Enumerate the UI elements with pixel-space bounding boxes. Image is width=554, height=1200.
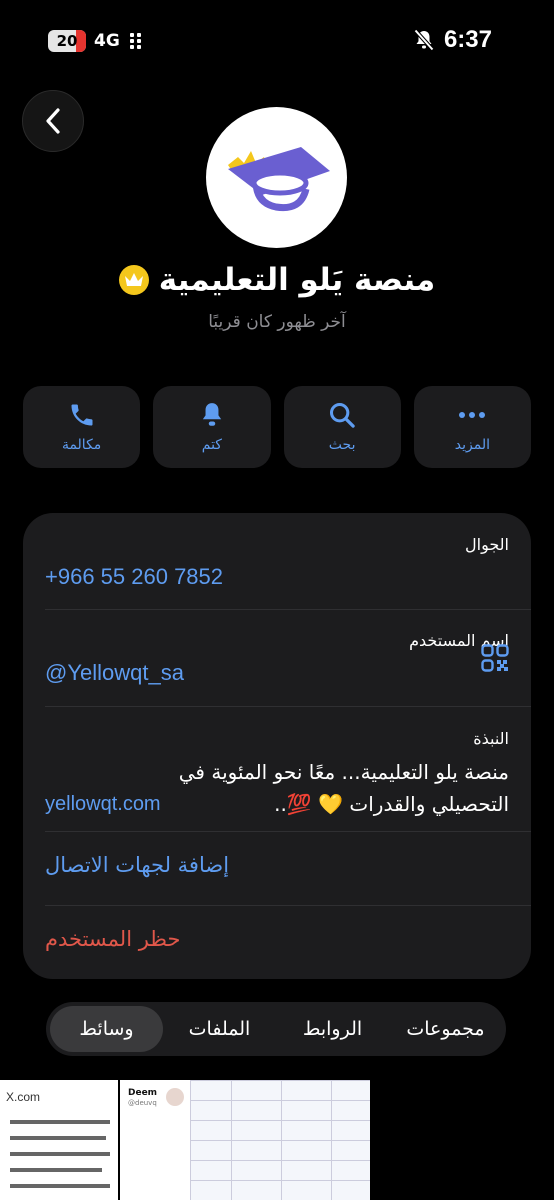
more-button[interactable]: المزيد bbox=[413, 386, 531, 468]
bio-link[interactable]: yellowqt.com bbox=[45, 788, 161, 820]
divider bbox=[45, 706, 531, 707]
signal-dots-icon bbox=[129, 33, 141, 49]
status-right: 6:37 bbox=[413, 26, 492, 54]
last-seen-status: آخر ظهور كان قريبًا bbox=[208, 312, 346, 332]
media-grid: X.com Deem @deuvq bbox=[0, 1080, 554, 1200]
username-row[interactable]: اسم المستخدم @Yellowqt_sa bbox=[45, 631, 509, 686]
battery-level: 20 bbox=[56, 32, 78, 50]
more-label: المزيد bbox=[454, 437, 490, 453]
tab-media[interactable]: وسائط bbox=[50, 1006, 163, 1052]
bell-icon bbox=[202, 403, 222, 426]
add-contact-button[interactable]: إضافة لجهات الاتصال bbox=[45, 853, 509, 877]
clock: 6:37 bbox=[443, 26, 492, 53]
tab-links[interactable]: الروابط bbox=[276, 1006, 389, 1052]
bio-text: منصة يلو التعليمية... معًا نحو المئوية ف… bbox=[45, 756, 509, 820]
call-label: مكالمة bbox=[61, 437, 102, 453]
bio-line-2: التحصيلي والقدرات 💛 💯.. bbox=[274, 792, 509, 816]
bio-caption: النبذة bbox=[473, 729, 509, 748]
username-caption: اسم المستخدم bbox=[409, 631, 509, 650]
status-bar: 20 4G 6:37 bbox=[0, 0, 554, 84]
graduation-cap-crown-logo bbox=[228, 147, 330, 212]
bio-line-2-row: التحصيلي والقدرات 💛 💯.. yellowqt.com bbox=[45, 788, 509, 820]
avatar bbox=[166, 1088, 184, 1106]
bio-line-1: منصة يلو التعليمية... معًا نحو المئوية ف… bbox=[178, 760, 509, 784]
phone-value[interactable]: +966 55 260 7852 bbox=[45, 564, 509, 590]
crown-icon[interactable] bbox=[118, 265, 149, 295]
phone-row[interactable]: الجوال +966 55 260 7852 bbox=[45, 535, 509, 590]
bio-row: النبذة منصة يلو التعليمية... معًا نحو ال… bbox=[45, 729, 509, 820]
tab-groups[interactable]: مجموعات bbox=[389, 1006, 502, 1052]
divider bbox=[45, 831, 531, 832]
media-tile[interactable]: X.com bbox=[0, 1080, 118, 1200]
avatar[interactable] bbox=[206, 107, 347, 248]
battery-indicator: 20 bbox=[48, 30, 86, 52]
block-user-row[interactable]: حظر المستخدم bbox=[45, 927, 509, 951]
status-left: 20 4G bbox=[48, 30, 141, 52]
qr-code-icon[interactable] bbox=[481, 644, 509, 672]
network-type: 4G bbox=[94, 31, 120, 51]
info-card: الجوال +966 55 260 7852 اسم المستخدم @Ye… bbox=[23, 513, 531, 979]
media-tile-author: Deem bbox=[128, 1088, 158, 1098]
bell-slash-icon bbox=[413, 29, 434, 51]
search-icon bbox=[330, 402, 355, 428]
phone-icon bbox=[71, 404, 93, 426]
phone-caption: الجوال bbox=[465, 535, 509, 554]
media-tile-source: X.com bbox=[6, 1090, 41, 1104]
mute-button[interactable]: كتم bbox=[153, 386, 271, 468]
chevron-left-icon bbox=[46, 108, 60, 134]
media-tile[interactable]: Deem @deuvq bbox=[120, 1080, 370, 1200]
media-tile-handle: @deuvq bbox=[128, 1099, 157, 1107]
search-label: بحث bbox=[328, 437, 356, 453]
divider bbox=[45, 609, 531, 610]
search-button[interactable]: بحث bbox=[283, 386, 401, 468]
username-value[interactable]: @Yellowqt_sa bbox=[45, 660, 509, 686]
add-contact-row[interactable]: إضافة لجهات الاتصال bbox=[45, 853, 509, 877]
block-user-button[interactable]: حظر المستخدم bbox=[45, 927, 509, 951]
profile-name-row: منصة يَلو التعليمية bbox=[0, 262, 554, 298]
mute-label: كتم bbox=[201, 437, 222, 453]
back-button[interactable] bbox=[22, 90, 84, 152]
call-button[interactable]: مكالمة bbox=[23, 386, 141, 468]
divider bbox=[45, 905, 531, 906]
profile-name: منصة يَلو التعليمية bbox=[158, 262, 436, 298]
more-icon bbox=[459, 412, 486, 418]
media-tabs: وسائط الملفات الروابط مجموعات bbox=[46, 1002, 506, 1056]
tab-files[interactable]: الملفات bbox=[163, 1006, 276, 1052]
action-buttons: مكالمة كتم بحث المزيد bbox=[23, 386, 531, 468]
